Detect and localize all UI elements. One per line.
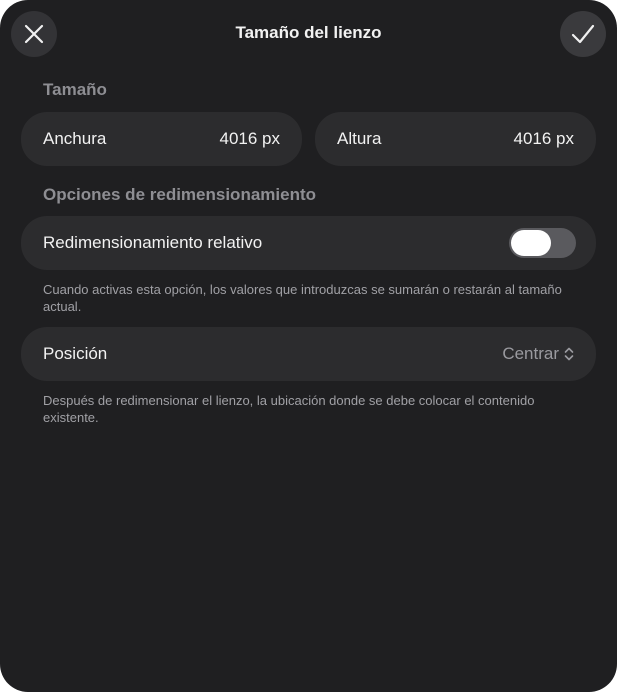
position-hint: Después de redimensionar el lienzo, la u… <box>43 393 535 425</box>
resize-options-section-label: Opciones de redimensionamiento <box>43 185 317 204</box>
checkmark-icon <box>571 24 595 44</box>
height-field[interactable]: Altura 4016 px <box>315 112 596 166</box>
chevron-up-down-icon <box>564 347 574 361</box>
dialog-header: Tamaño del lienzo <box>0 0 617 70</box>
position-label: Posición <box>43 344 108 363</box>
height-label: Altura <box>337 129 382 148</box>
position-row[interactable]: Posición Centrar <box>21 327 596 381</box>
width-field[interactable]: Anchura 4016 px <box>21 112 302 166</box>
relative-resize-row: Redimensionamiento relativo <box>21 216 596 270</box>
height-value[interactable]: 4016 px <box>514 129 575 149</box>
confirm-button[interactable] <box>560 11 606 57</box>
position-value: Centrar <box>502 344 559 363</box>
canvas-size-dialog: Tamaño del lienzo Tamaño Anchura 4016 px… <box>0 0 617 692</box>
toggle-knob <box>511 230 551 256</box>
relative-resize-label: Redimensionamiento relativo <box>43 233 263 252</box>
relative-resize-toggle[interactable] <box>509 228 576 258</box>
position-select[interactable]: Centrar <box>502 344 574 364</box>
width-value[interactable]: 4016 px <box>220 129 281 149</box>
size-section-label: Tamaño <box>43 80 107 99</box>
relative-resize-hint: Cuando activas esta opción, los valores … <box>43 282 562 314</box>
width-label: Anchura <box>43 129 107 148</box>
dialog-title: Tamaño del lienzo <box>235 23 382 42</box>
